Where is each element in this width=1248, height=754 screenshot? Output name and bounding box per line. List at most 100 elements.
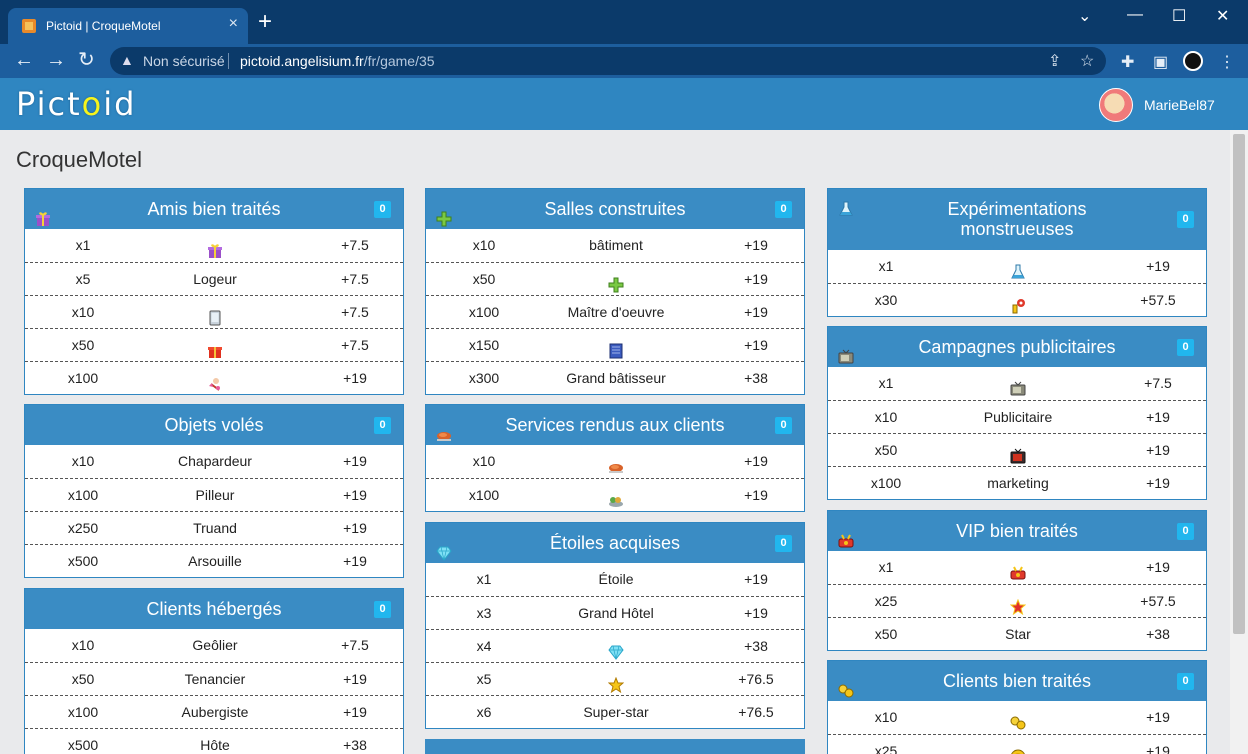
- back-icon[interactable]: ←: [14, 49, 34, 71]
- green-cross-icon: [436, 201, 452, 227]
- gift-red-icon: [207, 338, 223, 359]
- row-points: +19: [744, 337, 768, 353]
- tab-search-icon[interactable]: ⌄: [1078, 6, 1091, 26]
- card-title: Amis bien traités: [147, 199, 281, 219]
- card-header: Amis bien traités 0: [25, 189, 403, 229]
- table-row: x1 Étoile +19: [426, 563, 804, 596]
- row-count: x100: [67, 487, 99, 503]
- address-bar[interactable]: ▲ Non sécurisé pictoid.angelisium.fr/fr/…: [110, 47, 1106, 75]
- reward-icon-cell: [938, 701, 1098, 733]
- browser-profile-icon[interactable]: [1183, 51, 1203, 71]
- row-count: x1: [878, 258, 894, 274]
- row-points: +19: [744, 453, 768, 469]
- url-path: /fr/game/35: [363, 53, 435, 69]
- page-scrollbar[interactable]: [1230, 130, 1248, 754]
- achievement-card: Salles construites 0 x10 bâtiment +19 x50 +19 x…: [425, 188, 805, 395]
- row-count: x25: [874, 593, 898, 609]
- table-row: x10 bâtiment +19: [426, 229, 804, 262]
- card-count-badge: 0: [1177, 339, 1194, 356]
- row-points: +38: [1146, 626, 1170, 642]
- row-count: x10: [472, 453, 496, 469]
- card-count-badge: 0: [1177, 523, 1194, 540]
- roast-chicken-icon: [436, 417, 452, 441]
- table-row: x5 Logeur +7.5: [25, 262, 403, 295]
- table-row: x10 Chapardeur +19: [25, 445, 403, 478]
- row-count: x100: [468, 304, 500, 320]
- new-tab-button[interactable]: +: [258, 10, 272, 34]
- pictoid-logo[interactable]: Pictoid: [16, 85, 136, 123]
- card-title: VIP bien traités: [956, 521, 1078, 541]
- reward-title: Truand: [193, 520, 237, 536]
- card-title: Clients bien traités: [942, 671, 1092, 691]
- card-title: Expérimentations monstrueuses: [947, 199, 1087, 239]
- flask-icon: [838, 201, 854, 217]
- logo-prefix: Pict: [16, 85, 82, 123]
- card-count-badge: 0: [1177, 211, 1194, 228]
- side-panel-icon[interactable]: ▣: [1153, 52, 1168, 72]
- achievement-card: Services rendus aux clients 0 x10 +19 x100 +1…: [425, 404, 805, 512]
- row-points: +7.5: [1144, 375, 1172, 391]
- card-count-badge: 0: [775, 201, 792, 218]
- row-count: x250: [67, 520, 99, 536]
- extensions-icon[interactable]: ✚: [1121, 52, 1134, 72]
- reward-title: Super-star: [583, 704, 649, 720]
- reward-icon-cell: [938, 367, 1098, 399]
- row-points: +19: [1146, 442, 1170, 458]
- row-count: x10: [71, 453, 95, 469]
- card-count-badge: 0: [1177, 673, 1194, 690]
- card-header: Campagnes publicitaires 0: [828, 327, 1206, 367]
- user-avatar[interactable]: [1099, 88, 1133, 122]
- tv-red-icon: [1010, 443, 1026, 464]
- diamond-icon: [608, 639, 624, 661]
- row-points: +19: [744, 237, 768, 253]
- cupid-icon: [207, 371, 223, 392]
- achievement-card: Étoiles acquises 0 x1 Étoile +19 x3 Grand Hôte…: [425, 522, 805, 729]
- table-row: x150 +19: [426, 328, 804, 361]
- card-header: Clients hébergés 0: [25, 589, 403, 629]
- share-icon[interactable]: ⇪: [1048, 51, 1061, 71]
- row-count: x5: [75, 271, 91, 287]
- row-count: x100: [870, 475, 902, 491]
- card-header: VIP bien traités 0: [828, 511, 1206, 551]
- table-row: x50 Tenancier +19: [25, 662, 403, 695]
- reward-title: Arsouille: [188, 553, 242, 569]
- achievement-card: Objets volés 0 x10 Chapardeur +19 x100 Pilleur…: [24, 404, 404, 578]
- reload-icon[interactable]: ↻: [78, 49, 95, 71]
- card-header: Services rendus aux clients 0: [426, 405, 804, 445]
- table-row: x30 +57.5: [828, 283, 1206, 316]
- reward-icon-cell: [135, 229, 295, 261]
- browser-titlebar: Pictoid | CroqueMotel × + ⌄ — ☐ ✕: [0, 0, 1248, 44]
- logo-o: o: [81, 85, 104, 123]
- reward-icon-cell: [536, 263, 696, 295]
- flask-icon: [1010, 259, 1026, 279]
- card-title: Objets volés: [164, 415, 264, 435]
- browser-tab[interactable]: Pictoid | CroqueMotel ×: [8, 8, 248, 44]
- achievement-card: Clients bien traités 0 x10 +19 x25 +19: [827, 660, 1207, 754]
- tv-icon: [1010, 376, 1026, 396]
- forward-icon[interactable]: →: [46, 49, 66, 71]
- scrollbar-thumb[interactable]: [1233, 134, 1245, 634]
- bookmark-star-icon[interactable]: ☆: [1080, 51, 1094, 71]
- row-count: x1: [878, 375, 894, 391]
- minimize-icon[interactable]: —: [1127, 6, 1143, 24]
- tab-close-icon[interactable]: ×: [229, 16, 238, 32]
- row-points: +19: [343, 671, 367, 687]
- row-points: +38: [343, 737, 367, 753]
- tv-icon: [838, 339, 854, 364]
- card-count-badge: 0: [775, 417, 792, 434]
- url-host: pictoid.angelisium.fr: [240, 53, 364, 69]
- maximize-icon[interactable]: ☐: [1172, 6, 1186, 26]
- table-row: x50 +7.5: [25, 328, 403, 361]
- close-window-icon[interactable]: ✕: [1216, 6, 1229, 26]
- row-points: +76.5: [738, 704, 774, 720]
- row-points: +19: [1146, 709, 1170, 725]
- row-count: x50: [472, 271, 496, 287]
- row-count: x30: [874, 292, 898, 308]
- menu-icon[interactable]: ⋮: [1219, 52, 1235, 72]
- row-count: x100: [67, 704, 99, 720]
- table-row: x10 Geôlier +7.5: [25, 629, 403, 662]
- reward-title: Star: [1005, 626, 1031, 642]
- row-count: x50: [71, 337, 95, 353]
- username[interactable]: MarieBel87: [1144, 97, 1215, 113]
- reward-icon-cell: [938, 551, 1098, 583]
